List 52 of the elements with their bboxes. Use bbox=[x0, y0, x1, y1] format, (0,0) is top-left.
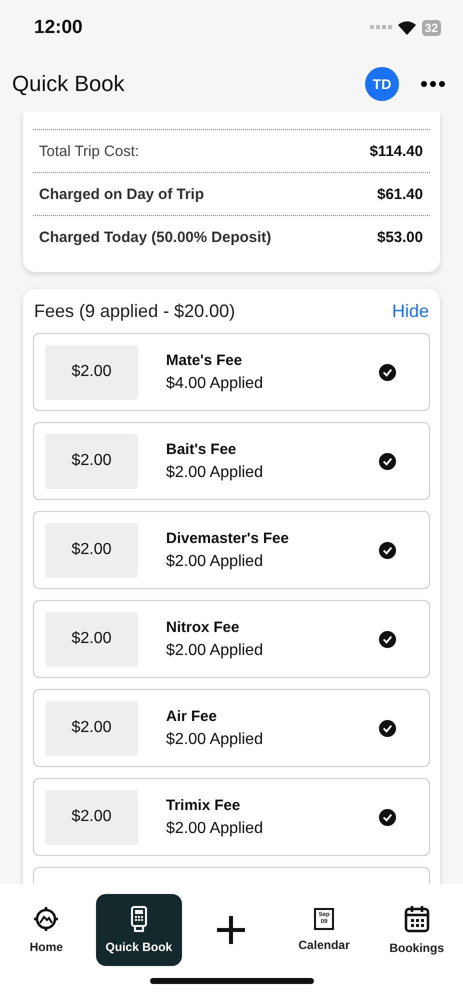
fees-title: Fees (9 applied - $20.00) bbox=[34, 301, 236, 322]
fee-name: Mate's Fee bbox=[166, 352, 244, 368]
fee-price: $2.00 bbox=[45, 700, 138, 756]
plus-icon bbox=[216, 915, 246, 945]
check-icon[interactable] bbox=[378, 808, 397, 826]
fee-name: Nitrox Fee bbox=[166, 618, 240, 636]
fee-item[interactable]: $2.00 Bait's Fee $2.00 Applied bbox=[33, 422, 430, 500]
fee-name: Divemaster's Fee bbox=[166, 530, 290, 546]
fee-applied: $2.00 Applied bbox=[166, 820, 264, 838]
status-time: 12:00 bbox=[34, 16, 83, 38]
battery-icon: 32 bbox=[422, 20, 441, 36]
tab-item[interactable]: Home bbox=[3, 894, 90, 966]
fee-name: Trimix Fee bbox=[166, 796, 242, 814]
compass-icon bbox=[33, 906, 60, 932]
card-terminal-icon bbox=[130, 906, 148, 932]
page-title: Quick Book bbox=[12, 70, 124, 96]
summary-value: $53.00 bbox=[377, 228, 423, 246]
fee-applied: $2.00 Applied bbox=[166, 730, 264, 748]
summary-label: Charged on Day of Trip bbox=[39, 186, 204, 202]
wifi-icon bbox=[398, 20, 416, 34]
fee-name: Bait's Fee bbox=[166, 440, 238, 458]
fee-price: $2.00 bbox=[45, 522, 138, 578]
signal-icon bbox=[370, 25, 392, 30]
check-icon[interactable] bbox=[378, 362, 397, 382]
fee-price: $2.00 bbox=[45, 434, 138, 488]
user-avatar[interactable]: TD bbox=[365, 66, 399, 100]
tab-item[interactable]: Quick Book bbox=[96, 894, 182, 966]
fee-applied: $4.00 Applied bbox=[166, 374, 264, 392]
fee-price: $2.00 bbox=[45, 344, 138, 400]
tab-item[interactable]: Bookings bbox=[374, 894, 460, 966]
fee-item[interactable]: $2.00 Trimix Fee $2.00 Applied bbox=[33, 778, 430, 856]
fee-item[interactable]: $2.00 Divemaster's Fee $2.00 Applied bbox=[33, 511, 430, 589]
calendar-icon bbox=[404, 905, 430, 933]
more-icon[interactable] bbox=[421, 80, 445, 86]
summary-label: Total Trip Cost: bbox=[39, 142, 140, 160]
fee-item[interactable]: $2.00 Mate's Fee $4.00 Applied bbox=[33, 333, 430, 411]
check-icon[interactable] bbox=[378, 540, 397, 560]
fee-applied: $2.00 Applied bbox=[166, 642, 264, 660]
fee-applied: $2.00 Applied bbox=[166, 464, 264, 482]
fee-item[interactable]: $2.00 Air Fee $2.00 Applied bbox=[33, 689, 430, 767]
fee-price: $2.00 bbox=[45, 790, 138, 844]
summary-value: $114.40 bbox=[370, 142, 423, 160]
fee-item[interactable]: $2.00 Nitrox Fee $2.00 Applied bbox=[33, 600, 430, 678]
hide-link[interactable]: Hide bbox=[392, 301, 429, 322]
check-icon[interactable] bbox=[378, 630, 397, 648]
fee-price: $2.00 bbox=[45, 612, 138, 666]
summary-value: $61.40 bbox=[377, 186, 423, 202]
fee-applied: $2.00 Applied bbox=[166, 552, 264, 570]
summary-label: Charged Today (50.00% Deposit) bbox=[39, 228, 272, 246]
fee-name: Air Fee bbox=[166, 708, 218, 724]
check-icon[interactable] bbox=[378, 718, 397, 738]
check-icon[interactable] bbox=[378, 452, 397, 470]
